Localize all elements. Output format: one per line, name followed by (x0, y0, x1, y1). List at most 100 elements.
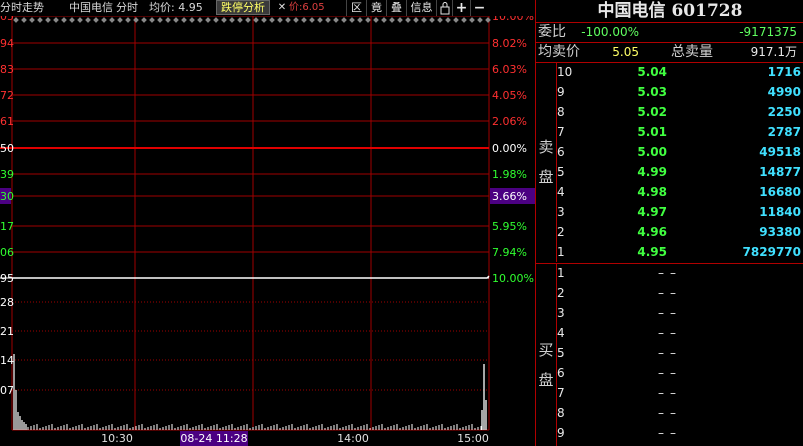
sell-order-row[interactable]: 2 4.96 93380 (536, 222, 803, 242)
diamond-marker (397, 17, 403, 23)
sell-order-row[interactable]: 8 5.02 2250 (536, 102, 803, 122)
buy-order-row[interactable]: 8– – (536, 403, 803, 423)
diamond-marker (77, 17, 83, 23)
diamond-marker (309, 17, 315, 23)
left-price-tick: 83 (0, 63, 14, 76)
diamond-marker (85, 17, 91, 23)
info-button[interactable]: 信息 (406, 0, 436, 16)
left-price-tick: 39 (0, 168, 14, 181)
intraday-chart[interactable]: 059483726150393017069528211407 10.00%8.0… (0, 0, 535, 446)
diamond-marker (485, 17, 491, 23)
order-price: 4.97 (637, 205, 667, 219)
sell-order-row[interactable]: 10 5.04 1716 (536, 62, 803, 82)
diamond-marker (437, 17, 443, 23)
diamond-marker (29, 17, 35, 23)
right-percent-tick: 10.00% (492, 272, 534, 285)
diamond-marker (293, 17, 299, 23)
order-level: 2 (557, 286, 565, 300)
stock-title: 中国电信 (69, 1, 113, 14)
webi-difference: -9171375 (739, 25, 797, 39)
right-percent-tick: 3.66% (492, 190, 527, 203)
diamond-marker (333, 17, 339, 23)
right-percent-tick: 7.94% (492, 246, 527, 259)
diamond-marker (341, 17, 347, 23)
auction-button[interactable]: 竟 (366, 0, 386, 16)
diamond-marker (165, 17, 171, 23)
order-quantity: – (670, 366, 676, 380)
zoom-in-button[interactable]: + (452, 0, 470, 16)
diamond-marker (229, 17, 235, 23)
interval-button[interactable]: 区 (346, 0, 366, 16)
order-level: 4 (557, 326, 565, 340)
right-percent-tick: 8.02% (492, 37, 527, 50)
sell-order-row[interactable]: 4 4.98 16680 (536, 182, 803, 202)
diamond-marker (13, 17, 19, 23)
order-book-panel: 中国电信 601728 委比 -100.00% -9171375 均卖价 5.0… (535, 0, 803, 446)
buy-order-row[interactable]: 7– – (536, 383, 803, 403)
sell-order-row[interactable]: 9 5.03 4990 (536, 82, 803, 102)
order-price: 4.98 (637, 185, 667, 199)
chart-toolbar: 分时走势 中国电信 分时 均价: 4.95 跌停分析 ✕ 价:6.05 区 竟 … (0, 0, 535, 16)
limit-down-analysis-tag[interactable]: 跌停分析 (216, 0, 270, 15)
order-quantity: 1716 (767, 65, 801, 79)
left-price-tick: 07 (0, 384, 14, 397)
order-level: 1 (557, 266, 565, 280)
diamond-marker (69, 17, 75, 23)
lock-icon-glyph (440, 2, 449, 15)
order-quantity: 11840 (759, 205, 801, 219)
diamond-marker (461, 17, 467, 23)
right-percent-tick: 5.95% (492, 220, 527, 233)
order-level: 6 (557, 145, 565, 159)
buy-order-row[interactable]: 1– – (536, 263, 803, 283)
order-quantity: – (670, 306, 676, 320)
webi-label: 委比 (538, 24, 566, 40)
zoom-out-button[interactable]: − (470, 0, 488, 16)
buy-order-row[interactable]: 9– – (536, 423, 803, 443)
left-price-tick: 72 (0, 89, 14, 102)
order-quantity: 2250 (767, 105, 801, 119)
order-level: 8 (557, 406, 565, 420)
diamond-marker (357, 17, 363, 23)
sell-order-row[interactable]: 7 5.01 2787 (536, 122, 803, 142)
order-quantity: – (670, 386, 676, 400)
sell-order-row[interactable]: 6 5.00 49518 (536, 142, 803, 162)
diamond-marker (181, 17, 187, 23)
order-level: 3 (557, 205, 565, 219)
overlay-button[interactable]: 叠 (386, 0, 406, 16)
period-label: 分时 (116, 1, 138, 14)
right-percent-axis: 10.00% 8.02% 6.03% 4.05% 2.06% 0.00% 1.98% 3.66… (490, 10, 535, 285)
left-price-tick: 17 (0, 220, 14, 233)
left-price-tick: 50 (0, 142, 14, 155)
order-level: 7 (557, 125, 565, 139)
left-price-tick: 14 (0, 354, 14, 367)
buy-order-row[interactable]: 5– – (536, 343, 803, 363)
diamond-marker (221, 17, 227, 23)
avg-ask-value: 5.05 (612, 45, 639, 59)
diamond-marker (373, 17, 379, 23)
diamond-marker (101, 17, 107, 23)
diamond-marker (405, 17, 411, 23)
chart-mode-title: 分时走势 (0, 1, 44, 14)
sell-order-row[interactable]: 1 4.95 7829770 (536, 242, 803, 262)
time-tick: 15:00 (457, 432, 489, 445)
price-lines (12, 275, 490, 279)
buy-order-row[interactable]: 3– – (536, 303, 803, 323)
lock-icon[interactable] (436, 0, 452, 16)
order-level: 2 (557, 225, 565, 239)
price-fragment: 价:6.05 (289, 2, 325, 13)
order-level: 4 (557, 185, 565, 199)
order-quantity: 93380 (759, 225, 801, 239)
close-icon[interactable]: ✕ (276, 0, 288, 16)
order-quantity: – (670, 426, 676, 440)
order-quantity: – (670, 286, 676, 300)
diamond-marker (245, 17, 251, 23)
right-percent-tick: 1.98% (492, 168, 527, 181)
buy-order-row[interactable]: 4– – (536, 323, 803, 343)
diamond-marker (117, 17, 123, 23)
buy-order-row[interactable]: 6– – (536, 363, 803, 383)
sell-order-row[interactable]: 3 4.97 11840 (536, 202, 803, 222)
sell-order-row[interactable]: 5 4.99 14877 (536, 162, 803, 182)
buy-order-row[interactable]: 2– – (536, 283, 803, 303)
order-quantity: 7829770 (742, 245, 801, 259)
left-price-tick: 61 (0, 115, 14, 128)
